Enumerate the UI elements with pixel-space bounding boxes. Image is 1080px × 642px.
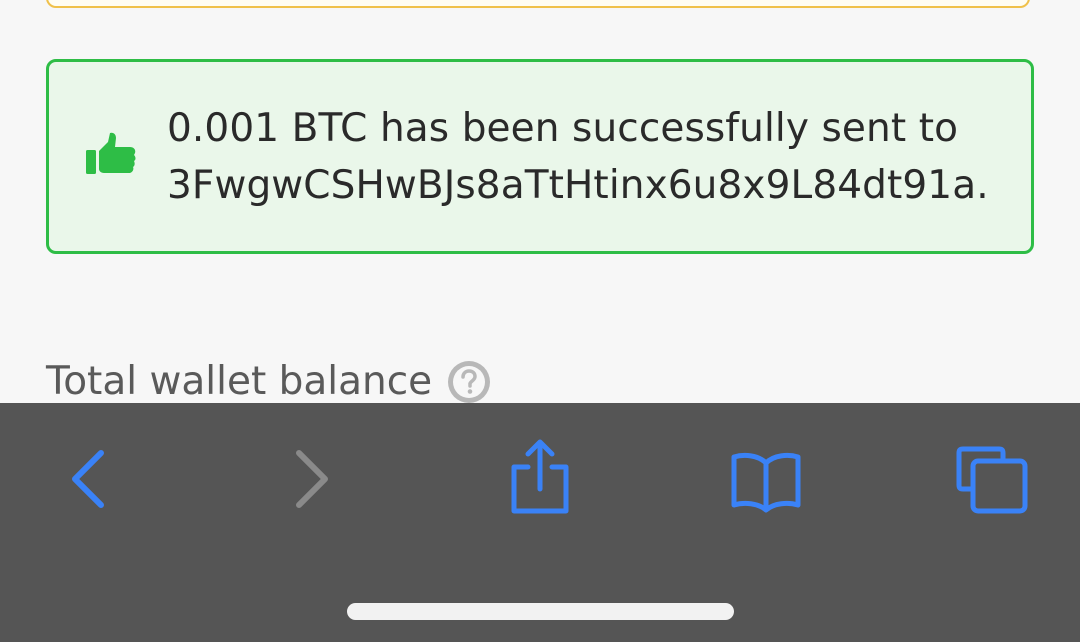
tabs-icon (956, 446, 1028, 514)
success-alert: 0.001 BTC has been successfully sent to … (46, 59, 1034, 254)
chevron-left-icon (72, 450, 104, 508)
book-icon (731, 452, 801, 513)
back-button[interactable] (47, 437, 127, 517)
tabs-button[interactable] (953, 437, 1033, 517)
page-content: 0.001 BTC has been successfully sent to … (0, 0, 1080, 403)
question-circle-icon[interactable] (446, 359, 492, 403)
share-button[interactable] (500, 437, 580, 517)
share-icon (511, 439, 569, 514)
thumbs-up-icon (86, 132, 136, 174)
balance-heading: Total wallet balance (46, 356, 492, 403)
forward-button[interactable] (273, 437, 353, 517)
warning-box (46, 0, 1030, 8)
balance-label: Total wallet balance (46, 359, 433, 403)
chevron-right-icon (296, 450, 328, 508)
home-indicator[interactable] (347, 603, 734, 620)
bookmarks-button[interactable] (726, 437, 806, 517)
success-message: 0.001 BTC has been successfully sent to … (167, 106, 989, 208)
